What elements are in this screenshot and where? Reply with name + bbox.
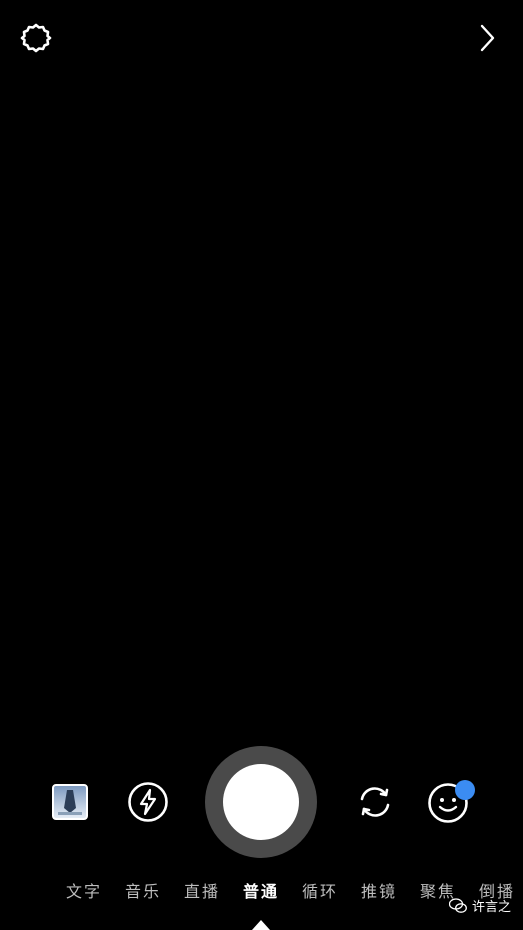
wechat-icon [448, 897, 467, 913]
watermark-text: 许言之 [471, 900, 511, 915]
shutter-button[interactable] [205, 746, 317, 858]
watermark: 许言之 [448, 896, 511, 915]
notification-badge [455, 780, 475, 800]
next-button[interactable] [471, 18, 503, 58]
active-mode-indicator [252, 920, 270, 930]
camera-flip-icon [360, 787, 390, 817]
mode-text[interactable]: 文字 [66, 878, 102, 902]
gallery-thumbnail-icon [58, 790, 82, 815]
shutter-inner [223, 764, 299, 840]
camera-screen: 文字 音乐 直播 普通 循环 推镜 聚焦 倒播 许言之 [0, 0, 523, 930]
camera-flip-button[interactable] [354, 781, 396, 823]
chevron-right-icon [480, 24, 495, 52]
flash-icon [128, 782, 168, 822]
mode-music[interactable]: 音乐 [125, 878, 161, 902]
capture-controls [0, 746, 523, 858]
mode-loop[interactable]: 循环 [302, 878, 338, 902]
mode-live[interactable]: 直播 [184, 878, 220, 902]
settings-button[interactable] [16, 18, 56, 58]
flash-button[interactable] [127, 781, 169, 823]
mode-selector: 文字 音乐 直播 普通 循环 推镜 聚焦 倒播 [0, 878, 523, 904]
mode-normal[interactable]: 普通 [243, 878, 279, 902]
gallery-button[interactable] [52, 784, 88, 820]
gear-icon [20, 23, 52, 53]
mode-zoom[interactable]: 推镜 [361, 878, 397, 902]
